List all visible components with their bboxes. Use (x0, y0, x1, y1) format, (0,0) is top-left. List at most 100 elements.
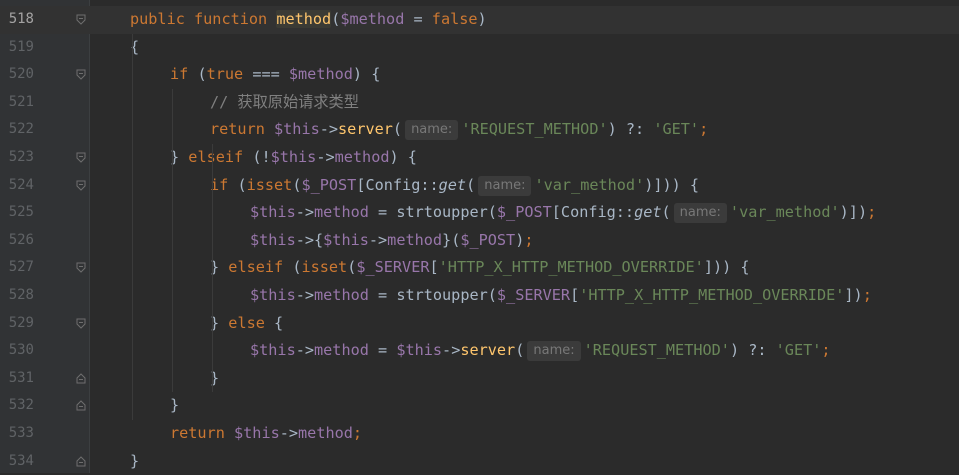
code-token: = strtoupper( (368, 203, 497, 222)
code-token: -> (295, 203, 315, 222)
code-token: $_POST (496, 203, 552, 222)
code-token: method (298, 424, 353, 442)
code-token: method (314, 341, 369, 360)
code-line[interactable]: 524 if (isset($_POST[Config::get(name:'va… (0, 172, 959, 200)
fold-open-icon[interactable] (76, 14, 86, 25)
code-token: $method (340, 10, 405, 28)
code-text[interactable]: // 获取原始请求类型 (210, 89, 359, 117)
line-number: 526 (8, 231, 34, 248)
code-token: -> (316, 148, 335, 166)
code-text[interactable]: $this->method = strtoupper($_SERVER['HTT… (250, 282, 872, 310)
code-token: isset (301, 258, 348, 277)
code-text[interactable]: $this->method = strtoupper($_POST[Config… (250, 199, 876, 227)
code-text[interactable]: } else { (210, 310, 283, 338)
code-token: ( (331, 10, 341, 28)
fold-open-icon[interactable] (76, 152, 86, 163)
code-line[interactable]: 523 } elseif (!$this->method) { (0, 144, 959, 172)
code-token: $_SERVER (356, 258, 430, 277)
code-token: function (194, 10, 277, 28)
code-line[interactable]: 529} else { (0, 310, 959, 338)
fold-open-icon[interactable] (76, 318, 86, 329)
code-token: $this (250, 286, 296, 304)
code-line[interactable]: 525 $this->method = strtoupper($_POST[Con… (0, 199, 959, 227)
code-line[interactable]: 526 $this->{$this->method}($_POST); (0, 227, 959, 255)
code-token: return (170, 424, 235, 442)
line-number: 523 (8, 149, 34, 165)
fold-open-icon[interactable] (76, 262, 86, 274)
fold-close-icon[interactable] (76, 455, 86, 467)
code-token: public (130, 10, 195, 28)
code-line[interactable]: 530 $this->method = $this->server(name: 'R… (0, 337, 959, 365)
code-line[interactable]: 531} (0, 365, 959, 393)
code-text[interactable]: } (170, 392, 179, 420)
code-token: elseif (228, 258, 293, 277)
code-token: }( (442, 230, 461, 249)
code-token: [Config:: (551, 203, 635, 222)
code-line[interactable]: 533 return $this->method; (0, 420, 959, 448)
code-line[interactable]: 534} (0, 448, 959, 475)
line-number: 533 (8, 425, 34, 441)
code-text[interactable]: return $this->server(name: 'REQUEST_METHO… (210, 116, 708, 144)
code-editor[interactable]: 518 public function method($method = fals… (0, 0, 959, 473)
parameter-hint: name: (527, 341, 581, 362)
code-token: [ (429, 258, 439, 277)
code-line[interactable]: 528 $this->method = strtoupper($_SERVER['… (0, 282, 959, 310)
code-token: 'GET' (775, 341, 822, 360)
code-token: = (368, 341, 397, 360)
code-token: ( (347, 258, 357, 277)
code-token: $this (250, 203, 296, 222)
fold-close-icon[interactable] (76, 400, 86, 411)
code-token: $method (288, 65, 353, 84)
code-text[interactable]: public function method($method = false) (130, 6, 487, 34)
indent-guide (132, 33, 133, 420)
code-token: } (130, 451, 140, 470)
code-token: ; (352, 424, 363, 442)
code-token: ( (197, 65, 207, 84)
fold-open-icon[interactable] (76, 69, 86, 80)
code-line[interactable]: 519{ (0, 34, 959, 62)
code-token: )]) (839, 203, 868, 222)
code-text[interactable]: return $this->method; (170, 420, 362, 448)
code-token: ->{ (295, 230, 324, 249)
code-token: false (431, 10, 478, 28)
code-text[interactable]: $this->method = $this->server(name: 'REQU… (250, 337, 831, 365)
code-line[interactable]: 522 return $this->server(name: 'REQUEST_ME… (0, 116, 959, 144)
code-token: return (210, 120, 275, 139)
code-text[interactable]: if (true === $method) { (170, 61, 380, 89)
line-number: 532 (8, 397, 34, 414)
code-token: ) (477, 10, 487, 28)
code-token: elseif (188, 148, 253, 166)
code-token: $this (396, 341, 443, 360)
fold-close-icon[interactable] (76, 373, 86, 384)
line-number: 518 (8, 11, 34, 27)
code-token: $this (250, 230, 296, 249)
code-token: $this (270, 148, 317, 166)
code-line[interactable]: 532} (0, 392, 959, 420)
code-token: ( (661, 203, 671, 222)
code-line[interactable]: 527} elseif (isset($_SERVER['HTTP_X_HTTP… (0, 254, 959, 282)
code-line[interactable]: 518 public function method($method = fals… (0, 6, 959, 34)
code-text[interactable]: $this->{$this->method}($_POST); (250, 227, 534, 255)
code-token: } (170, 396, 180, 415)
code-token: $_SERVER (496, 286, 571, 304)
code-token: $_POST (301, 175, 357, 194)
code-text[interactable]: } elseif (isset($_SERVER['HTTP_X_HTTP_ME… (210, 254, 750, 282)
code-token: if (210, 175, 238, 194)
code-line[interactable]: 521 // 获取原始请求类型 (0, 89, 959, 117)
code-token: 'var_method' (729, 203, 840, 222)
code-token: -> (295, 341, 315, 360)
code-token: ) ?: (607, 120, 654, 139)
code-token: server (460, 341, 516, 360)
indent-guide (212, 199, 213, 393)
code-text[interactable]: if (isset($_POST[Config::get(name:'var_m… (210, 172, 699, 200)
code-token: [Config:: (356, 175, 439, 194)
parameter-hint: name: (405, 120, 459, 141)
fold-open-icon[interactable] (76, 180, 86, 191)
code-token: -> (295, 286, 315, 304)
code-line[interactable]: 520 if (true === $method) { (0, 61, 959, 89)
code-token: { (274, 313, 284, 332)
code-token: ; (524, 230, 534, 249)
code-text[interactable]: } elseif (!$this->method) { (170, 144, 417, 172)
code-token: get (634, 203, 662, 222)
code-text[interactable]: } (130, 448, 139, 475)
